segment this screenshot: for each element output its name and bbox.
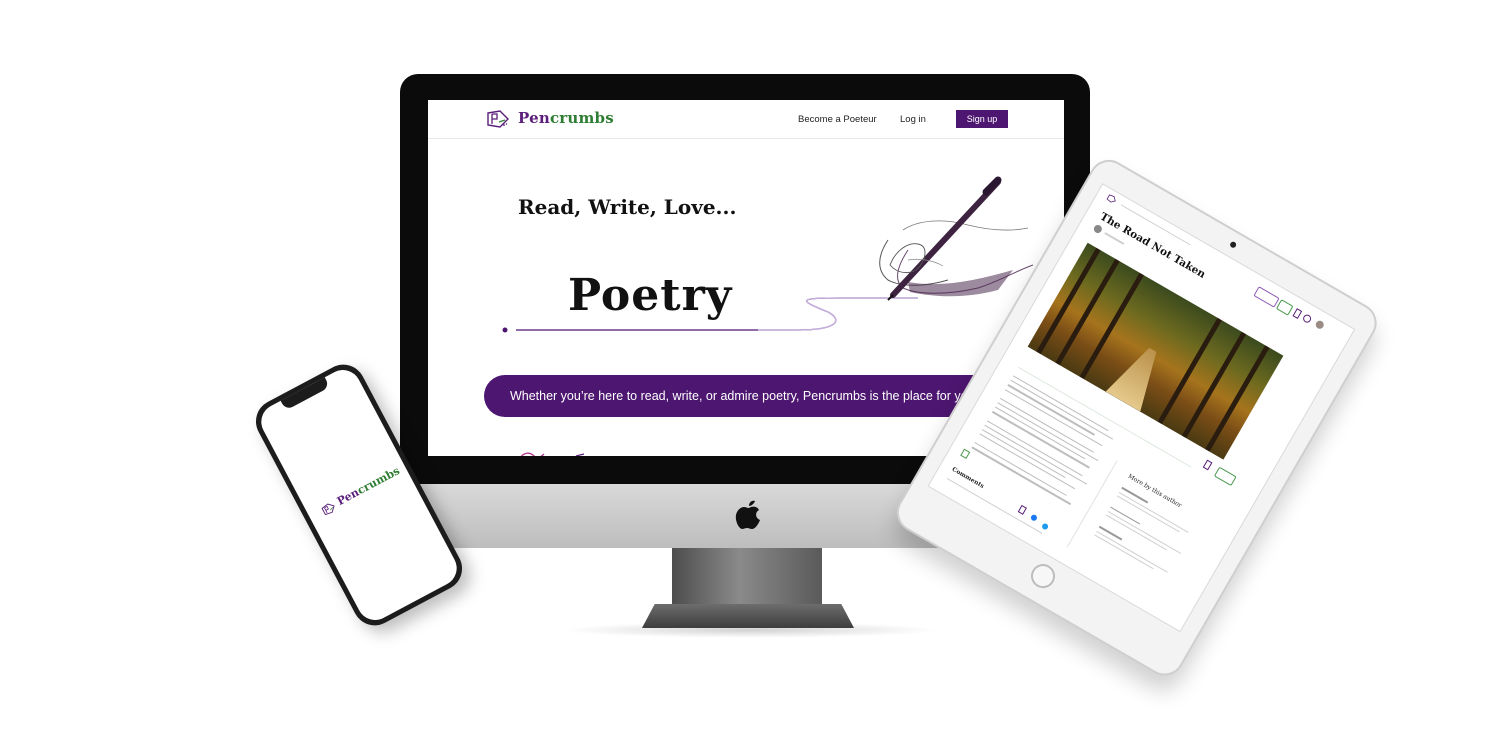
brand-name-part2: crumbs: [549, 109, 614, 127]
pencrumbs-logo-icon[interactable]: [486, 109, 510, 129]
signup-button[interactable]: Sign up: [956, 110, 1008, 128]
pencrumbs-logo-icon: [321, 503, 335, 516]
imac-stand-foot: [642, 604, 854, 628]
comments-heading: Comments: [950, 465, 986, 490]
imac-stand-neck: [672, 548, 822, 606]
tablet-nav-pill-1[interactable]: [1253, 286, 1280, 308]
login-link[interactable]: Log in: [900, 114, 926, 125]
decorative-peek-marks: [520, 452, 585, 456]
bookmark-icon[interactable]: [1202, 459, 1213, 471]
phone-brand-part2: crumbs: [355, 464, 402, 498]
tablet-nav-pill-2[interactable]: [1275, 299, 1294, 316]
follow-button[interactable]: [1213, 466, 1237, 487]
become-poeteur-link[interactable]: Become a Poeteur: [798, 114, 877, 125]
brand-name-part1: Pen: [518, 109, 550, 127]
apple-logo-icon: [735, 500, 760, 529]
user-avatar[interactable]: [1314, 319, 1326, 331]
twitter-icon[interactable]: [1040, 522, 1050, 531]
facebook-icon[interactable]: [1029, 513, 1039, 522]
phone-brand-name: Pencrumbs: [335, 464, 402, 508]
tagline-banner: Whether you’re here to read, write, or a…: [484, 375, 1004, 417]
author-avatar[interactable]: [1092, 223, 1104, 235]
bell-icon[interactable]: [1301, 313, 1313, 325]
bookmark-icon[interactable]: [1017, 504, 1027, 515]
more-by-author-list: [1094, 486, 1201, 580]
hero-word: Poetry: [568, 270, 733, 321]
brand-name[interactable]: Pencrumbs: [518, 109, 614, 127]
site-header: Pencrumbs Become a Poeteur Log in Sign u…: [428, 100, 1064, 139]
hero-heading: Read, Write, Love...: [518, 195, 737, 219]
pencrumbs-logo-icon[interactable]: [1105, 193, 1118, 205]
poem-body: [970, 375, 1118, 511]
writing-hand-illustration: [879, 176, 1034, 301]
bookmark-icon[interactable]: [1292, 308, 1303, 319]
